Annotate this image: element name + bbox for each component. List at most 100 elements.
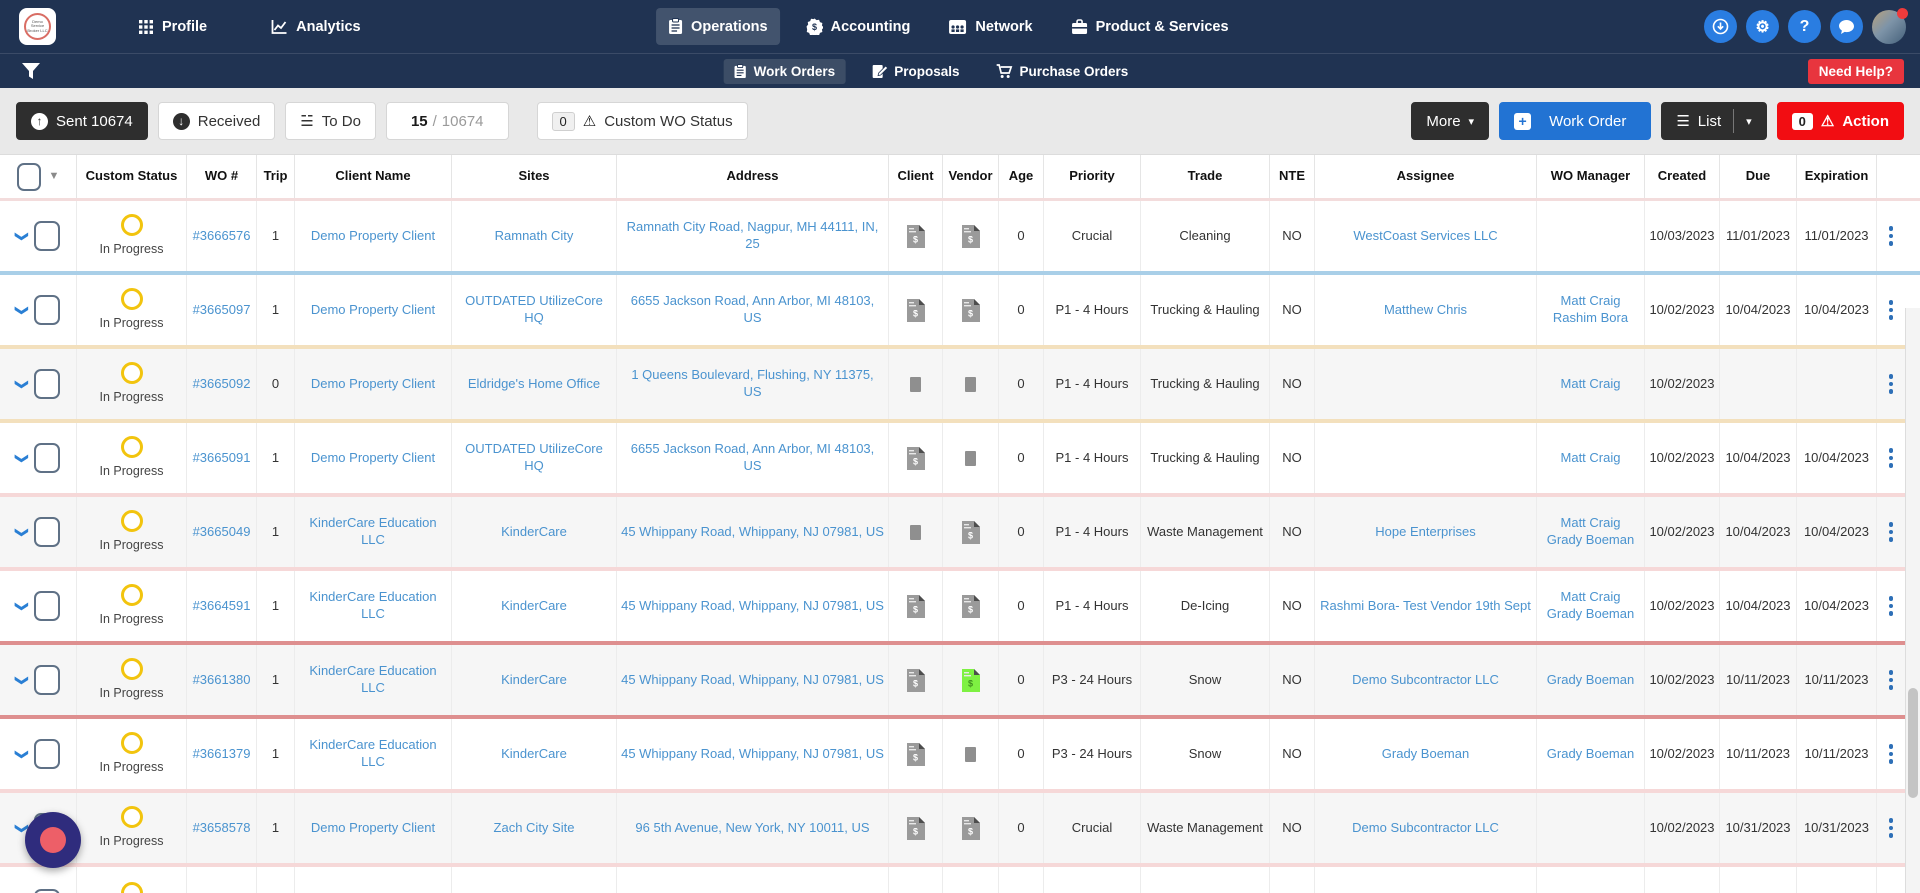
invoice-dollar-icon[interactable]: $: [961, 224, 980, 248]
nav-item-accounting[interactable]: $ Accounting: [794, 8, 923, 45]
assignee-link[interactable]: Hope Enterprises: [1375, 524, 1475, 541]
address-link[interactable]: 45 Whippany Road, Whippany, NJ 07981, US: [621, 672, 884, 689]
row-checkbox[interactable]: [34, 591, 61, 621]
header-trade[interactable]: Trade: [1141, 155, 1270, 198]
header-expiration[interactable]: Expiration: [1797, 155, 1877, 198]
assignee-link[interactable]: Grady Boeman: [1382, 746, 1469, 763]
row-checkbox[interactable]: [34, 221, 61, 251]
invoice-dollar-icon[interactable]: $: [961, 298, 980, 322]
row-checkbox[interactable]: [34, 889, 61, 893]
expand-row-icon[interactable]: ❯: [13, 453, 29, 464]
client-name-link[interactable]: Demo Property Client: [311, 450, 435, 467]
wo-manager-link[interactable]: Rashim Bora: [1553, 310, 1628, 327]
header-wo-manager[interactable]: WO Manager: [1537, 155, 1645, 198]
need-help-button[interactable]: Need Help?: [1807, 58, 1904, 84]
row-checkbox[interactable]: [34, 665, 61, 695]
header-trip[interactable]: Trip: [257, 155, 295, 198]
wo-number-link[interactable]: #3665092: [193, 376, 251, 393]
header-wo-number[interactable]: WO #: [187, 155, 257, 198]
received-button[interactable]: ↓ Received: [157, 102, 276, 140]
chat-launcher-button[interactable]: [25, 812, 81, 868]
nav-item-analytics[interactable]: Analytics: [259, 9, 372, 45]
tab-purchase-orders[interactable]: Purchase Orders: [985, 59, 1138, 84]
client-name-link[interactable]: KinderCare Education LLC: [299, 515, 447, 549]
site-link[interactable]: Ramnath City: [495, 228, 574, 245]
address-link[interactable]: 45 Whippany Road, Whippany, NJ 07981, US: [621, 746, 884, 763]
nav-item-network[interactable]: Network: [936, 9, 1044, 45]
assignee-link[interactable]: WestCoast Services LLC: [1353, 228, 1497, 245]
site-link[interactable]: Eldridge's Home Office: [468, 376, 600, 393]
header-client-name[interactable]: Client Name: [295, 155, 452, 198]
client-name-link[interactable]: Demo Property Client: [311, 376, 435, 393]
expand-row-icon[interactable]: ❯: [13, 749, 29, 760]
action-button[interactable]: 0 ⚠ Action: [1776, 102, 1904, 140]
wo-manager-link[interactable]: Matt Craig: [1561, 515, 1621, 532]
chevron-down-icon[interactable]: ▼: [49, 170, 60, 184]
expand-row-icon[interactable]: ❯: [13, 527, 29, 538]
site-link[interactable]: KinderCare: [501, 672, 567, 689]
client-name-link[interactable]: Demo Property Client: [311, 820, 435, 837]
site-link[interactable]: OUTDATED UtilizeCore HQ: [456, 293, 612, 327]
invoice-dollar-icon[interactable]: $: [906, 446, 925, 470]
chat-icon[interactable]: [1830, 10, 1863, 43]
kebab-menu-icon[interactable]: [1888, 448, 1894, 468]
company-logo[interactable]: Demo Service Broker LLC: [19, 8, 56, 45]
wo-number-link[interactable]: #3661379: [193, 746, 251, 763]
client-name-link[interactable]: Demo Property Client: [311, 228, 435, 245]
site-link[interactable]: KinderCare: [501, 524, 567, 541]
kebab-menu-icon[interactable]: [1888, 374, 1894, 394]
client-name-link[interactable]: KinderCare Education LLC: [299, 737, 447, 771]
invoice-dollar-icon[interactable]: $: [906, 594, 925, 618]
site-link[interactable]: KinderCare: [501, 598, 567, 615]
address-link[interactable]: 45 Whippany Road, Whippany, NJ 07981, US: [621, 524, 884, 541]
expand-row-icon[interactable]: ❯: [13, 379, 29, 390]
assignee-link[interactable]: Demo Subcontractor LLC: [1352, 820, 1499, 837]
select-all-checkbox[interactable]: [16, 162, 41, 191]
user-avatar[interactable]: [1872, 7, 1908, 44]
kebab-menu-icon[interactable]: [1888, 744, 1894, 764]
site-link[interactable]: KinderCare: [501, 746, 567, 763]
row-checkbox[interactable]: [34, 295, 61, 325]
invoice-dollar-icon[interactable]: $: [906, 816, 925, 840]
wo-number-link[interactable]: #3665049: [193, 524, 251, 541]
address-link[interactable]: 6655 Jackson Road, Ann Arbor, MI 48103, …: [621, 293, 884, 327]
client-name-link[interactable]: Demo Property Client: [311, 302, 435, 319]
header-priority[interactable]: Priority: [1044, 155, 1141, 198]
kebab-menu-icon[interactable]: [1888, 522, 1894, 542]
wo-number-link[interactable]: #3666576: [193, 228, 251, 245]
header-client[interactable]: Client: [889, 155, 943, 198]
kebab-menu-icon[interactable]: [1888, 670, 1894, 690]
site-link[interactable]: Zach City Site: [494, 820, 575, 837]
wo-manager-link[interactable]: Matt Craig: [1561, 376, 1621, 393]
address-link[interactable]: 96 5th Avenue, New York, NY 10011, US: [635, 820, 869, 837]
invoice-dollar-icon[interactable]: $: [961, 668, 980, 692]
kebab-menu-icon[interactable]: [1888, 300, 1894, 320]
site-link[interactable]: OUTDATED UtilizeCore HQ: [456, 441, 612, 475]
row-checkbox[interactable]: [34, 739, 61, 769]
client-name-link[interactable]: KinderCare Education LLC: [299, 663, 447, 697]
invoice-dollar-icon[interactable]: $: [961, 594, 980, 618]
wo-number-link[interactable]: #3664591: [193, 598, 251, 615]
address-link[interactable]: Ramnath City Road, Nagpur, MH 44111, IN,…: [621, 219, 884, 253]
expand-row-icon[interactable]: ❯: [13, 231, 29, 242]
header-address[interactable]: Address: [617, 155, 889, 198]
kebab-menu-icon[interactable]: [1888, 818, 1894, 838]
header-nte[interactable]: NTE: [1270, 155, 1315, 198]
header-created[interactable]: Created: [1645, 155, 1720, 198]
expand-row-icon[interactable]: ❯: [13, 305, 29, 316]
address-link[interactable]: 1 Queens Boulevard, Flushing, NY 11375, …: [621, 367, 884, 401]
header-age[interactable]: Age: [999, 155, 1044, 198]
wo-manager-link[interactable]: Matt Craig: [1561, 589, 1621, 606]
assignee-link[interactable]: Demo Subcontractor LLC: [1352, 672, 1499, 689]
expand-row-icon[interactable]: ❯: [13, 675, 29, 686]
filter-icon[interactable]: [21, 62, 41, 80]
kebab-menu-icon[interactable]: [1888, 226, 1894, 246]
address-link[interactable]: 45 Whippany Road, Whippany, NJ 07981, US: [621, 598, 884, 615]
wo-manager-link[interactable]: Grady Boeman: [1547, 606, 1634, 623]
wo-manager-link[interactable]: Grady Boeman: [1547, 746, 1634, 763]
help-icon[interactable]: ?: [1788, 10, 1821, 43]
header-custom-status[interactable]: Custom Status: [77, 155, 187, 198]
row-checkbox[interactable]: [34, 369, 61, 399]
nav-item-products[interactable]: Product & Services: [1059, 9, 1241, 45]
row-checkbox[interactable]: [34, 517, 61, 547]
